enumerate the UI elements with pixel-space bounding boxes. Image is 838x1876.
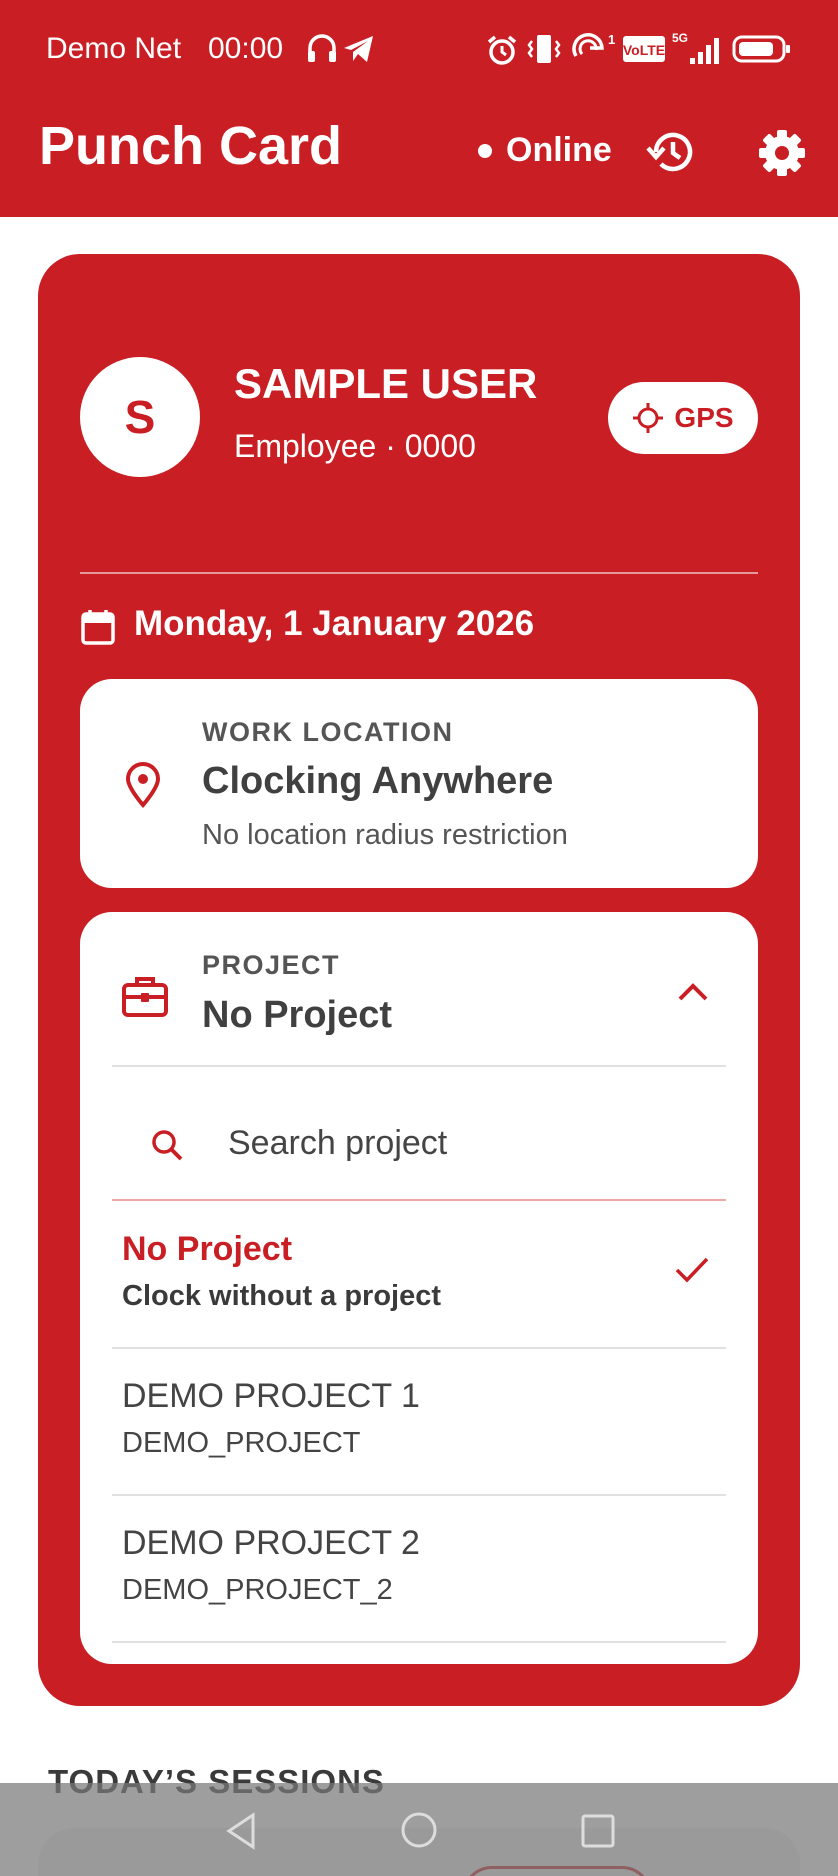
- volte-icon: VoLTE: [623, 36, 665, 62]
- selected-project: No Project: [202, 994, 393, 1036]
- vibrate-icon: [527, 35, 561, 63]
- history-icon[interactable]: [644, 127, 698, 177]
- svg-text:1: 1: [608, 32, 615, 47]
- divider: [112, 1641, 726, 1643]
- user-role: Employee · 0000: [234, 428, 476, 464]
- status-time: 00:00: [208, 32, 284, 65]
- connection-status: Online: [478, 131, 612, 170]
- calendar-icon: [81, 610, 115, 645]
- status-bar: Demo Net 00:00 1 VoLTE 5G: [0, 0, 838, 100]
- search-icon: [152, 1130, 183, 1161]
- project-option-title: DEMO PROJECT 1: [122, 1377, 420, 1415]
- svg-text:VoLTE: VoLTE: [623, 42, 665, 58]
- project-option-subtitle: Clock without a project: [122, 1280, 442, 1312]
- checkmark-icon: [675, 1257, 709, 1283]
- gps-button-label: GPS: [674, 402, 734, 433]
- hotspot-icon: 1: [572, 32, 615, 57]
- signal-5g-icon: 5G: [672, 31, 719, 64]
- app-header: Demo Net 00:00 1 VoLTE 5G Punch Card Onl…: [0, 0, 838, 217]
- project-option-demo-project-1[interactable]: DEMO PROJECT 1 DEMO_PROJECT: [112, 1349, 726, 1495]
- gps-button[interactable]: GPS: [608, 382, 758, 454]
- chevron-up-icon[interactable]: [676, 981, 710, 1003]
- nav-recents-icon[interactable]: [580, 1813, 616, 1849]
- telegram-icon: [344, 36, 373, 62]
- project-search-input[interactable]: [228, 1116, 708, 1170]
- location-pin-icon: [125, 762, 161, 808]
- nav-home-icon[interactable]: [400, 1811, 438, 1849]
- work-location-label: WORK LOCATION: [202, 717, 454, 747]
- gear-icon[interactable]: [757, 128, 807, 178]
- work-location-subtitle: No location radius restriction: [202, 819, 568, 851]
- project-option-demo-project-2[interactable]: DEMO PROJECT 2 DEMO_PROJECT_2: [112, 1496, 726, 1642]
- project-dropdown-header[interactable]: [80, 912, 758, 1064]
- carrier-name: Demo Net: [46, 32, 182, 65]
- work-location-title: Clocking Anywhere: [202, 760, 554, 802]
- battery-icon: [732, 35, 790, 63]
- crosshair-icon: [633, 403, 664, 433]
- project-option-no-project[interactable]: No Project Clock without a project: [112, 1202, 726, 1348]
- briefcase-icon: [122, 977, 168, 1017]
- connection-status-label: Online: [506, 131, 612, 169]
- project-option-title: DEMO PROJECT 2: [122, 1524, 420, 1562]
- alarm-icon: [487, 35, 517, 65]
- current-date: Monday, 1 January 2026: [134, 604, 535, 643]
- svg-text:5G: 5G: [672, 31, 688, 45]
- headphones-icon: [308, 34, 336, 62]
- user-name: SAMPLE USER: [234, 360, 538, 407]
- project-option-title: No Project: [122, 1230, 293, 1268]
- project-label: PROJECT: [202, 950, 341, 980]
- search-underline: [112, 1199, 726, 1201]
- online-dot-icon: [478, 143, 492, 158]
- divider: [112, 1065, 726, 1067]
- nav-back-icon[interactable]: [224, 1811, 258, 1851]
- page-title: Punch Card: [39, 116, 343, 176]
- divider: [80, 572, 758, 574]
- project-option-subtitle: DEMO_PROJECT: [122, 1427, 361, 1459]
- project-option-subtitle: DEMO_PROJECT_2: [122, 1574, 393, 1606]
- avatar: S: [80, 357, 200, 477]
